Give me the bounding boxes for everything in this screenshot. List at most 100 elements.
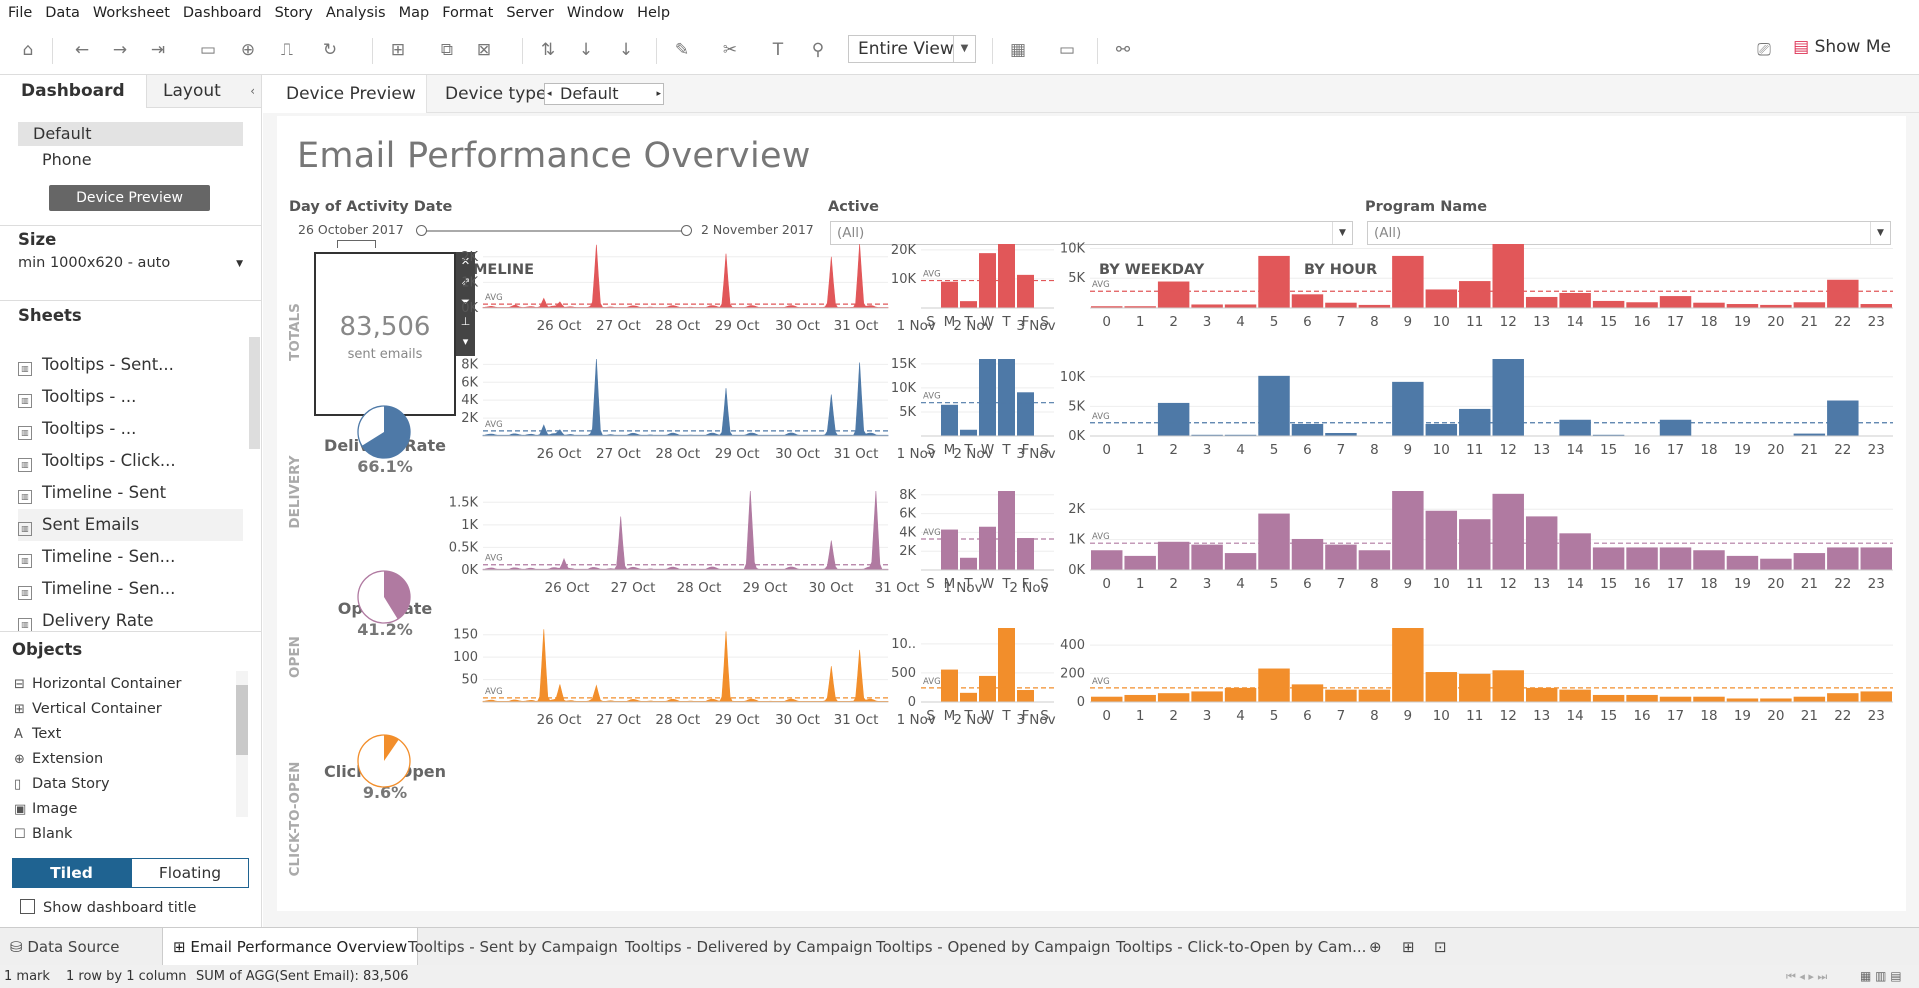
next-icon[interactable]: ▸ <box>656 84 661 104</box>
hour-bar <box>1492 670 1524 702</box>
show-title-checkbox[interactable]: Show dashboard title <box>20 899 196 916</box>
menu-dashboard[interactable]: Dashboard <box>183 5 262 21</box>
object-item[interactable]: ⊟ Horizontal Container <box>14 672 182 697</box>
menu-map[interactable]: Map <box>399 5 430 21</box>
object-item[interactable]: ⊞ Vertical Container <box>14 697 162 722</box>
x-tick-label: 19 <box>1734 576 1751 592</box>
object-item[interactable]: ▣ Image <box>14 797 77 822</box>
object-item[interactable]: ⊕ Extension <box>14 747 103 772</box>
x-tick-label: 14 <box>1567 314 1584 330</box>
hour-bar <box>1291 294 1324 308</box>
menu-worksheet[interactable]: Worksheet <box>93 5 170 21</box>
sheets-scrollbar[interactable] <box>249 337 260 449</box>
cards-icon[interactable]: ▦ <box>1006 38 1030 62</box>
sheet-item[interactable]: ▥ Delivery Rate <box>18 605 243 637</box>
group-icon[interactable]: ✂ <box>718 38 742 62</box>
tab-dashboard[interactable]: Dashboard <box>0 75 146 108</box>
new-dashboard-tab-icon[interactable]: ⊞ <box>1392 928 1425 966</box>
hour-bar <box>1157 281 1190 308</box>
x-tick-label: 17 <box>1667 708 1684 724</box>
menu-window[interactable]: Window <box>567 5 624 21</box>
hour-bar <box>1693 696 1725 702</box>
object-item[interactable]: ▯ Data Story <box>14 772 110 797</box>
x-tick-label: 12 <box>1500 314 1517 330</box>
object-item[interactable]: ☐ Blank <box>14 822 72 847</box>
sheet-label: Timeline - Sen... <box>42 579 176 598</box>
home-icon[interactable]: ⌂ <box>16 38 40 62</box>
tab-sent-campaign[interactable]: Tooltips - Sent by Campaign <box>398 928 628 966</box>
save-icon[interactable]: ▭ <box>196 38 220 62</box>
pause-updates-icon[interactable]: ⎍ <box>275 38 299 62</box>
tab-email-performance[interactable]: ⊞ Email Performance Overview <box>162 928 419 966</box>
tab-nav-icons[interactable]: ⏮ ◂ ▸ ⏭ <box>1786 965 1827 988</box>
swap-icon[interactable]: ⇅ <box>536 38 560 62</box>
new-datasource-icon[interactable]: ⊕ <box>236 38 260 62</box>
fit-dropdown[interactable]: Entire View ▼ <box>848 35 976 63</box>
sort-asc-icon[interactable]: ↓ <box>574 38 598 62</box>
charts-layer: 0K 1K 2K AVG 26 Oct 27 Oct 28 Oct 29 Oct 30 Oct 3… <box>357 241 1893 788</box>
show-me-button[interactable]: ▤ Show Me <box>1793 37 1891 57</box>
tab-click-campaign[interactable]: Tooltips - Click-to-Open by Cam... <box>1106 928 1376 966</box>
format-painter-icon[interactable]: ⎚ <box>1752 38 1776 62</box>
device-type-selector[interactable]: ◂ Default ▸ <box>544 83 664 105</box>
sheet-item[interactable]: ▥ Timeline - Sent <box>18 477 243 509</box>
share-icon[interactable]: ⚯ <box>1111 38 1135 62</box>
sheet-item[interactable]: ▥ Tooltips - Click... <box>18 445 243 477</box>
sheet-item[interactable]: ▥ Tooltips - ... <box>18 381 243 413</box>
menu-server[interactable]: Server <box>506 5 554 21</box>
duplicate-icon[interactable]: ⧉ <box>435 38 459 62</box>
sheet-item[interactable]: ▥ Tooltips - ... <box>18 413 243 445</box>
x-tick-label: 19 <box>1734 314 1751 330</box>
replay-icon[interactable]: ⇥ <box>146 38 170 62</box>
tab-delivered-campaign[interactable]: Tooltips - Delivered by Campaign <box>615 928 882 966</box>
refresh-icon[interactable]: ↻ <box>318 38 342 62</box>
clear-sheet-icon[interactable]: ⊠ <box>472 38 496 62</box>
avg-label: AVG <box>1092 532 1110 542</box>
sort-desc-icon[interactable]: ↓ <box>614 38 638 62</box>
presentation-icon[interactable]: ▭ <box>1055 38 1079 62</box>
x-tick-label: 7 <box>1337 442 1346 458</box>
y-tick-label: 2K <box>1068 502 1085 517</box>
hour-bar <box>1559 689 1591 702</box>
object-item[interactable]: A Text <box>14 722 61 747</box>
sheet-item[interactable]: ▥ Sent Emails <box>18 509 243 541</box>
floating-button[interactable]: Floating <box>131 858 249 888</box>
sheet-item[interactable]: ▥ Tooltips - Sent... <box>18 349 243 381</box>
menu-file[interactable]: File <box>8 5 32 21</box>
sheet-item[interactable]: ▥ Timeline - Sen... <box>18 541 243 573</box>
device-preview-button[interactable]: Device Preview <box>49 185 210 211</box>
menu-analysis[interactable]: Analysis <box>326 5 386 21</box>
highlight-icon[interactable]: ✎ <box>670 38 694 62</box>
view-mode-icons[interactable]: ▦ ▥ ▤ <box>1860 965 1902 988</box>
sheet-item[interactable]: ▥ Timeline - Sen... <box>18 573 243 605</box>
hour-bar <box>1793 553 1826 570</box>
menu-data[interactable]: Data <box>45 5 80 21</box>
device-default[interactable]: Default <box>18 122 243 146</box>
tab-data-source[interactable]: ⛁ Data Source <box>0 928 129 966</box>
objects-scrollbar[interactable] <box>236 671 248 817</box>
hour-bar <box>1325 302 1357 308</box>
device-preview-tab[interactable]: Device Preview <box>263 75 427 113</box>
tab-layout[interactable]: Layout ‹ <box>146 75 261 108</box>
menu-story[interactable]: Story <box>275 5 313 21</box>
new-story-tab-icon[interactable]: ⊡ <box>1424 928 1457 966</box>
tab-opened-campaign[interactable]: Tooltips - Opened by Campaign <box>866 928 1120 966</box>
new-worksheet-tab-icon[interactable]: ⊕ <box>1359 928 1392 966</box>
size-dropdown[interactable]: min 1000x620 - auto ▼ <box>18 255 243 271</box>
hour-bar <box>1425 510 1458 570</box>
tiled-button[interactable]: Tiled <box>12 858 131 888</box>
hour-bar <box>1659 547 1692 570</box>
menu-format[interactable]: Format <box>442 5 493 21</box>
undo-icon[interactable]: ← <box>70 38 94 62</box>
new-worksheet-icon[interactable]: ⊞ <box>386 38 410 62</box>
menu-help[interactable]: Help <box>637 5 670 21</box>
x-tick-label: S <box>926 442 935 458</box>
labels-icon[interactable]: T <box>766 38 790 62</box>
avg-label: AVG <box>485 420 503 430</box>
device-phone[interactable]: Phone <box>42 148 92 172</box>
prev-icon[interactable]: ◂ <box>547 84 552 104</box>
collapse-icon[interactable]: ‹ <box>250 75 255 108</box>
hour-bar <box>1325 544 1357 570</box>
redo-icon[interactable]: → <box>108 38 132 62</box>
fix-axes-icon[interactable]: ⚲ <box>806 38 830 62</box>
